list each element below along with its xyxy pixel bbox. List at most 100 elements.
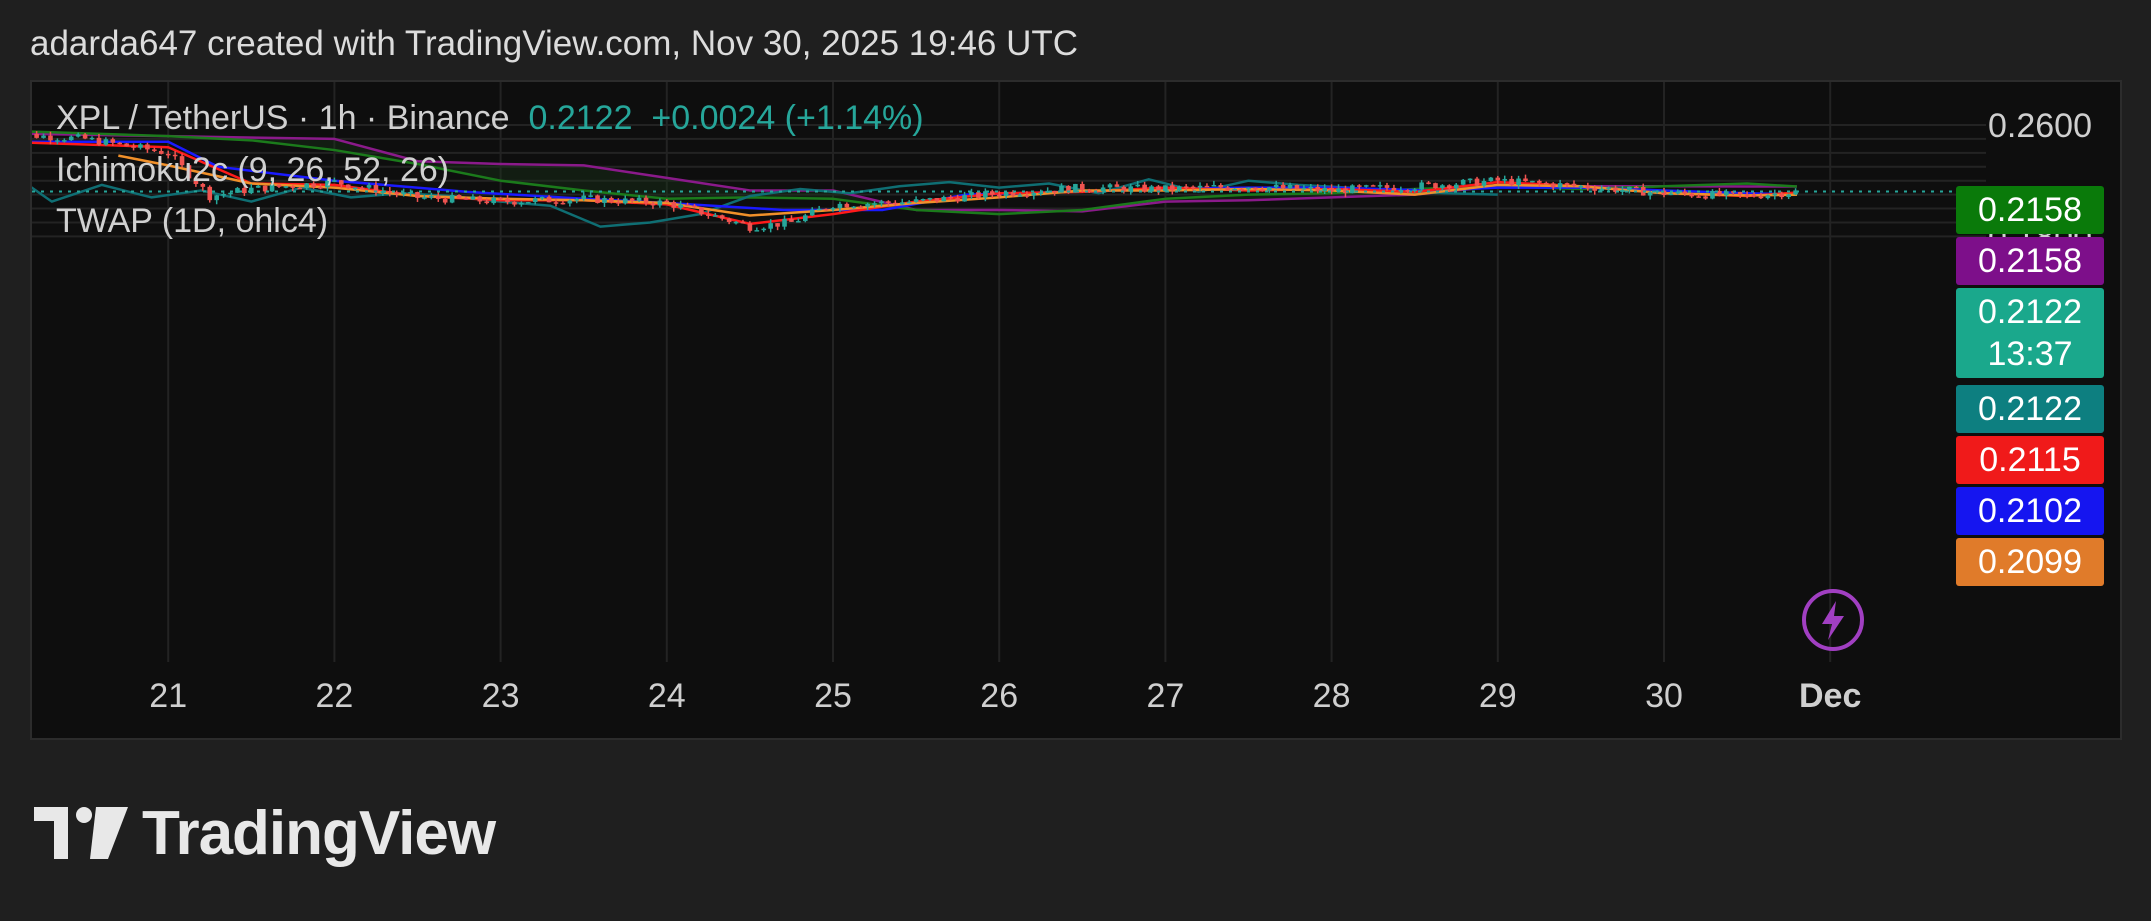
- candle-body: [48, 135, 53, 141]
- candle-body: [1357, 185, 1362, 187]
- candle-body: [1218, 185, 1224, 188]
- candle-body: [1488, 177, 1494, 181]
- candle-body: [816, 208, 822, 211]
- bar-countdown: 13:37: [1987, 335, 2073, 373]
- candle-body: [1350, 185, 1355, 194]
- candle-body: [1107, 184, 1113, 188]
- x-axis-label: 29: [1479, 677, 1517, 715]
- candle-body: [1391, 187, 1397, 191]
- candle-body: [796, 221, 801, 223]
- candle-body: [706, 214, 711, 216]
- candle-body: [1003, 192, 1009, 196]
- candle-body: [1744, 194, 1750, 196]
- candle-body: [712, 215, 718, 217]
- candle-body: [498, 197, 503, 200]
- indicator-ichimoku-legend[interactable]: Ichimoku2c (9, 26, 52, 26): [56, 151, 449, 190]
- candle-body: [1260, 189, 1265, 191]
- candle-body: [609, 197, 614, 203]
- candle-body: [1190, 186, 1196, 189]
- candle-body: [1433, 183, 1438, 189]
- candle-body: [55, 140, 60, 142]
- candle-body: [1080, 183, 1085, 190]
- candle-body: [650, 203, 656, 206]
- price-scale-label: 0.2102: [1956, 487, 2104, 535]
- candle-body: [1502, 178, 1508, 181]
- candle-body: [574, 199, 580, 201]
- candle-body: [858, 206, 863, 209]
- indicator-twap-legend[interactable]: TWAP (1D, ohlc4): [56, 202, 328, 241]
- candle-body: [124, 143, 129, 147]
- candle-body: [1315, 186, 1321, 191]
- candle-body: [754, 230, 760, 232]
- chart-panel[interactable]: 0.26000.18002021222324252627282930Dec XP…: [30, 80, 2122, 740]
- candle-body: [477, 196, 483, 202]
- x-axis-label: 25: [814, 677, 852, 715]
- candle-body: [221, 194, 226, 196]
- candle-body: [1786, 194, 1791, 198]
- candle-body: [809, 209, 815, 216]
- candle-body: [782, 219, 787, 227]
- candle-body: [1627, 186, 1632, 191]
- candle-body: [1176, 186, 1182, 191]
- candle-body: [567, 200, 573, 204]
- chart-attribution: adarda647 created with TradingView.com, …: [30, 24, 1079, 63]
- candle-body: [906, 201, 912, 204]
- candle-body: [1426, 182, 1431, 184]
- candle-body: [941, 196, 947, 202]
- candle-body: [1564, 183, 1570, 185]
- x-axis-label: 24: [648, 677, 686, 715]
- price-scale-label: 0.2158: [1956, 237, 2104, 285]
- candle-body: [976, 192, 981, 198]
- candle-body: [526, 202, 531, 204]
- candle-body: [775, 223, 780, 227]
- candle-body: [851, 206, 857, 209]
- candle-body: [913, 199, 919, 202]
- candle-body: [1550, 183, 1556, 188]
- candle-body: [1211, 185, 1217, 187]
- candle-body: [761, 228, 767, 231]
- candle-body: [491, 197, 496, 204]
- candle-body: [1183, 186, 1189, 188]
- candle-body: [1246, 187, 1251, 190]
- lightning-icon[interactable]: [1800, 587, 1866, 653]
- candle-body: [1322, 187, 1327, 191]
- candle-body: [1363, 185, 1369, 187]
- candle-body: [1765, 195, 1771, 199]
- candle-body: [1710, 191, 1715, 199]
- candle-body: [484, 201, 490, 204]
- candle-body: [1460, 179, 1466, 185]
- candle-body: [1523, 178, 1528, 182]
- candle-body: [138, 144, 143, 148]
- last-price-countdown-label: 0.2122 13:37: [1956, 288, 2104, 378]
- candle-body: [830, 208, 836, 210]
- candle-body: [1481, 180, 1487, 186]
- candle-body: [1232, 188, 1237, 191]
- candle-body: [1737, 192, 1743, 195]
- last-price-value: 0.2122: [1978, 293, 2082, 331]
- candle-body: [629, 198, 635, 201]
- candle-body: [1253, 187, 1258, 190]
- candle-body: [588, 195, 593, 197]
- candle-body: [1377, 185, 1383, 187]
- candle-body: [1751, 194, 1757, 197]
- candle-body: [1225, 187, 1231, 190]
- candle-body: [1557, 183, 1563, 188]
- candle-body: [1031, 193, 1037, 196]
- candle-body: [110, 139, 116, 143]
- candle-body: [1537, 180, 1542, 183]
- candle-body: [442, 198, 448, 203]
- candle-body: [733, 221, 739, 224]
- candle-body: [1170, 185, 1175, 191]
- candle-body: [41, 135, 46, 138]
- candle-body: [616, 202, 621, 204]
- candle-body: [595, 195, 600, 203]
- tradingview-logo: TradingView: [34, 798, 496, 868]
- symbol-legend[interactable]: XPL / TetherUS · 1h · Binance 0.2122 +0.…: [56, 99, 924, 138]
- candle-body: [1585, 185, 1591, 189]
- candle-body: [505, 198, 510, 203]
- candle-body: [803, 215, 808, 222]
- candle-body: [823, 208, 829, 211]
- candle-body: [1571, 183, 1577, 186]
- candle-body: [927, 198, 933, 200]
- candle-body: [228, 192, 233, 195]
